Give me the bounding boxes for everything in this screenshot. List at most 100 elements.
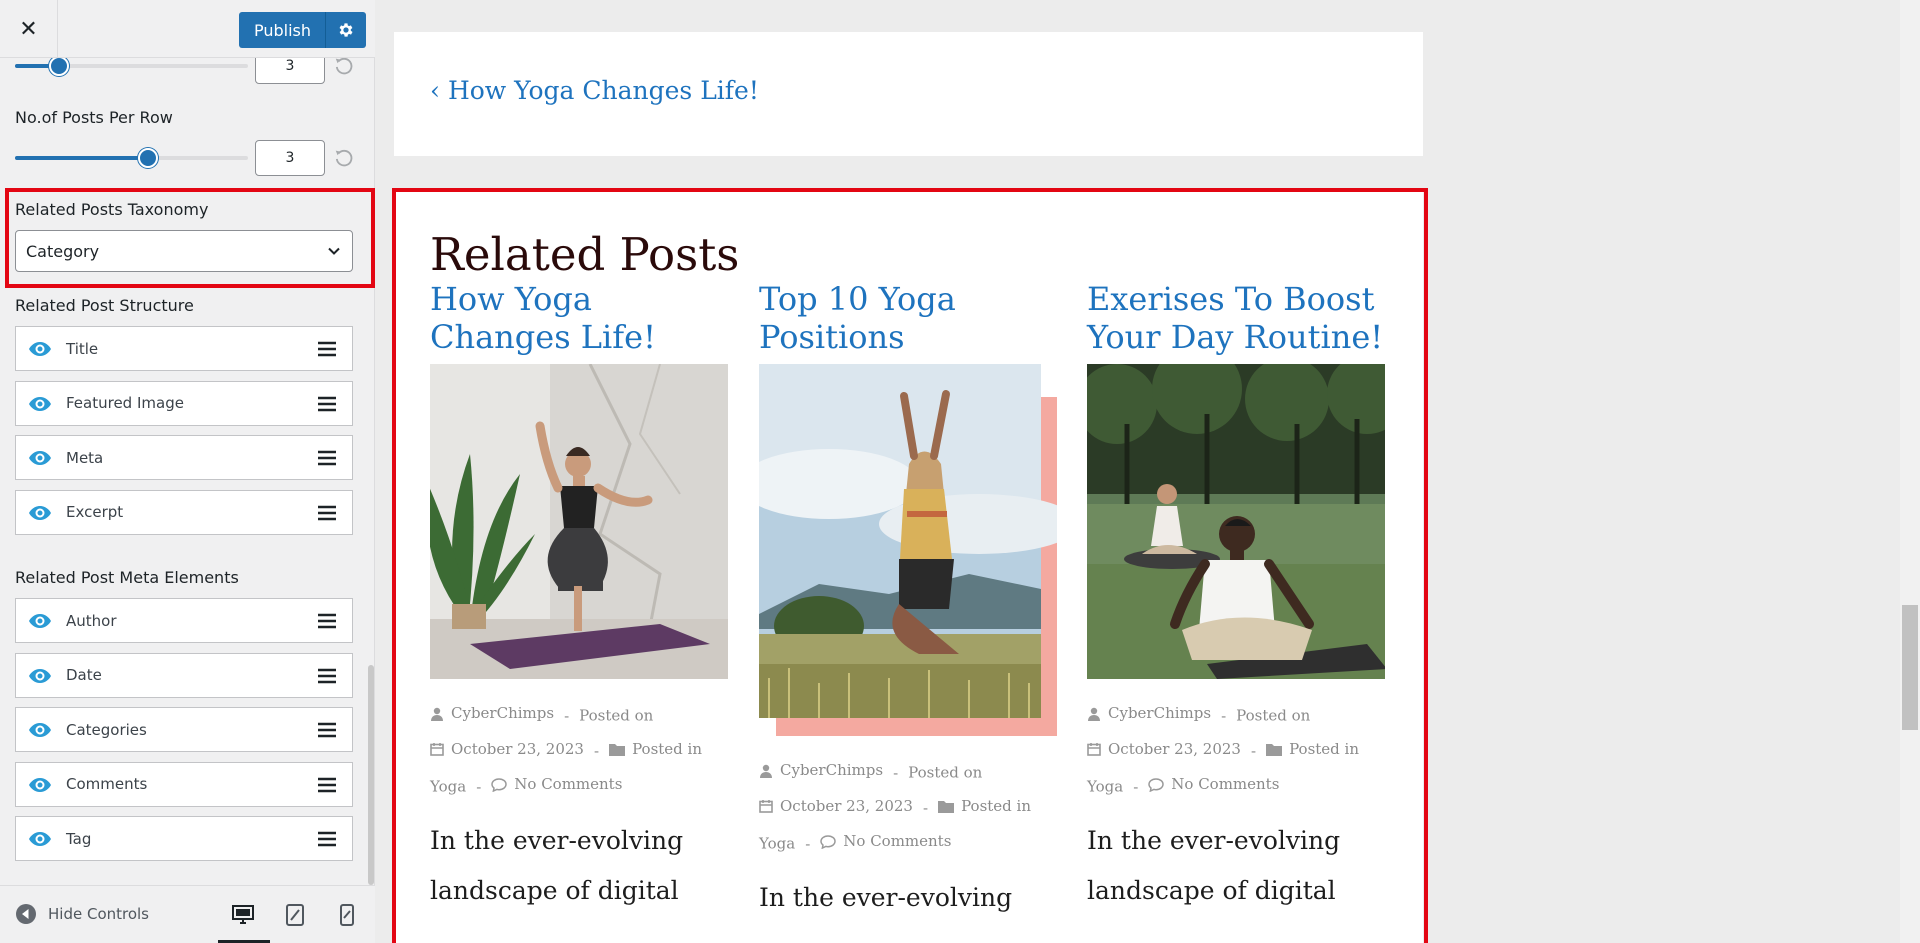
post-meta: CyberChimps - Posted on October 23, 2023- P…: [759, 754, 1059, 861]
structure-item-featured-image[interactable]: Featured Image: [15, 380, 353, 426]
category-link[interactable]: Yoga: [430, 778, 466, 796]
preview-tablet-button[interactable]: [282, 902, 308, 928]
eye-icon[interactable]: [28, 666, 52, 686]
customizer-footer: Hide Controls: [0, 885, 375, 943]
related-post-title[interactable]: How Yoga Changes Life!: [430, 280, 730, 356]
yoga-pose-image[interactable]: [430, 364, 728, 679]
drag-handle-icon[interactable]: [318, 722, 336, 738]
posts-per-row-slider-handle[interactable]: [137, 148, 158, 168]
sidebar-scrollbar[interactable]: [368, 665, 374, 885]
comments-link[interactable]: No Comments: [1171, 768, 1279, 801]
eye-icon[interactable]: [28, 720, 52, 740]
category-link[interactable]: Yoga: [1087, 778, 1123, 796]
meta-item-date[interactable]: Date: [15, 652, 353, 698]
sortable-item-label: Excerpt: [66, 503, 124, 521]
gear-icon: [339, 23, 353, 37]
reset-icon[interactable]: [333, 58, 355, 77]
meta-item-comments[interactable]: Comments: [15, 761, 353, 807]
drag-handle-icon[interactable]: [318, 341, 336, 357]
comment-icon: [1148, 777, 1165, 792]
author-icon: [1088, 707, 1100, 721]
posts-per-row-slider-fill: [15, 156, 148, 160]
structure-item-excerpt[interactable]: Excerpt: [15, 489, 353, 535]
posts-count-input[interactable]: 3: [255, 58, 325, 84]
meta-separator: -: [922, 799, 929, 817]
reset-icon[interactable]: [333, 147, 355, 169]
posts-count-slider-handle[interactable]: [49, 58, 70, 76]
related-posts-section: Related Posts How Yoga Changes Life! Cybe…: [394, 190, 1423, 943]
post-meta: CyberChimps - Posted on October 23, 2023- P…: [430, 697, 730, 804]
drag-handle-icon[interactable]: [318, 831, 336, 847]
related-post-title[interactable]: Exerises To Boost Your Day Routine!: [1087, 280, 1387, 356]
post-date[interactable]: October 23, 2023: [1108, 733, 1241, 766]
structure-item-title[interactable]: Title: [15, 326, 353, 371]
taxonomy-select[interactable]: Category: [15, 230, 353, 272]
related-posts-heading: Related Posts: [430, 228, 740, 281]
calendar-icon: [759, 800, 773, 813]
meta-item-tag[interactable]: Tag: [15, 816, 353, 861]
taxonomy-label: Related Posts Taxonomy: [15, 200, 209, 219]
drag-handle-icon[interactable]: [318, 450, 336, 466]
post-excerpt: In the ever-evolving: [759, 882, 1013, 912]
preview-scrollbar-track[interactable]: [1900, 0, 1920, 943]
category-link[interactable]: Yoga: [759, 835, 795, 853]
post-date[interactable]: October 23, 2023: [780, 790, 913, 823]
sortable-item-label: Tag: [66, 829, 92, 848]
author-link[interactable]: CyberChimps: [1108, 697, 1211, 730]
post-meta: CyberChimps - Posted on October 23, 2023- P…: [1087, 697, 1387, 804]
eye-icon[interactable]: [28, 339, 52, 359]
meta-separator: -: [1133, 777, 1139, 796]
posted-in-label: Posted in: [1289, 740, 1360, 758]
comments-link[interactable]: No Comments: [514, 768, 622, 801]
comment-icon: [491, 777, 508, 792]
meta-separator: -: [593, 742, 600, 760]
preview-desktop-button[interactable]: [230, 902, 256, 928]
calendar-icon: [1087, 743, 1101, 756]
drag-handle-icon[interactable]: [318, 505, 336, 521]
post-date[interactable]: October 23, 2023: [451, 733, 584, 766]
posts-per-row-slider-row: 3: [15, 140, 355, 176]
close-customizer-button[interactable]: ✕: [0, 0, 58, 58]
structure-item-meta[interactable]: Meta: [15, 435, 353, 480]
sortable-item-label: Title: [66, 339, 99, 358]
posts-per-row-slider-track[interactable]: [15, 156, 248, 160]
posts-per-row-input[interactable]: 3: [255, 140, 325, 176]
preview-mobile-button[interactable]: [334, 902, 360, 928]
author-icon: [431, 707, 443, 721]
eye-icon[interactable]: [28, 611, 52, 631]
related-post-title[interactable]: Top 10 Yoga Positions: [759, 280, 1059, 356]
eye-icon[interactable]: [28, 394, 52, 414]
preview-scrollbar-thumb[interactable]: [1902, 605, 1918, 730]
author-link[interactable]: CyberChimps: [451, 697, 554, 730]
posted-on-label: Posted on: [579, 706, 654, 725]
hide-controls-button[interactable]: Hide Controls: [16, 904, 149, 924]
meta-separator: -: [1221, 706, 1227, 725]
posted-in-label: Posted in: [961, 797, 1032, 815]
sortable-item-label: Meta: [66, 448, 104, 467]
post-excerpt: In the ever-evolving landscape of digita…: [1087, 825, 1341, 905]
eye-icon[interactable]: [28, 775, 52, 795]
drag-handle-icon[interactable]: [318, 668, 336, 684]
publish-settings-button[interactable]: [326, 12, 367, 48]
drag-handle-icon[interactable]: [318, 613, 336, 629]
eye-icon[interactable]: [28, 503, 52, 523]
customizer-header: ✕ Publish: [0, 0, 375, 58]
posts-per-row-label: No.of Posts Per Row: [15, 108, 173, 127]
meta-separator: -: [805, 834, 811, 853]
comments-link[interactable]: No Comments: [843, 825, 951, 858]
yoga-stretch-image[interactable]: [759, 364, 1057, 736]
publish-button[interactable]: Publish: [239, 12, 327, 48]
author-link[interactable]: CyberChimps: [780, 754, 883, 787]
eye-icon[interactable]: [28, 448, 52, 468]
related-post-card: Top 10 Yoga Positions CyberChimps - Posted …: [759, 280, 1059, 923]
meta-item-author[interactable]: Author: [15, 598, 353, 643]
previous-post-link[interactable]: ‹ How Yoga Changes Life!: [430, 76, 759, 105]
meta-item-categories[interactable]: Categories: [15, 707, 353, 752]
drag-handle-icon[interactable]: [318, 777, 336, 793]
meditation-image[interactable]: [1087, 364, 1385, 679]
drag-handle-icon[interactable]: [318, 396, 336, 412]
sortable-item-label: Date: [66, 666, 102, 684]
author-icon: [760, 764, 772, 778]
eye-icon[interactable]: [28, 829, 52, 849]
post-navigation: ‹ How Yoga Changes Life!: [394, 32, 1423, 156]
